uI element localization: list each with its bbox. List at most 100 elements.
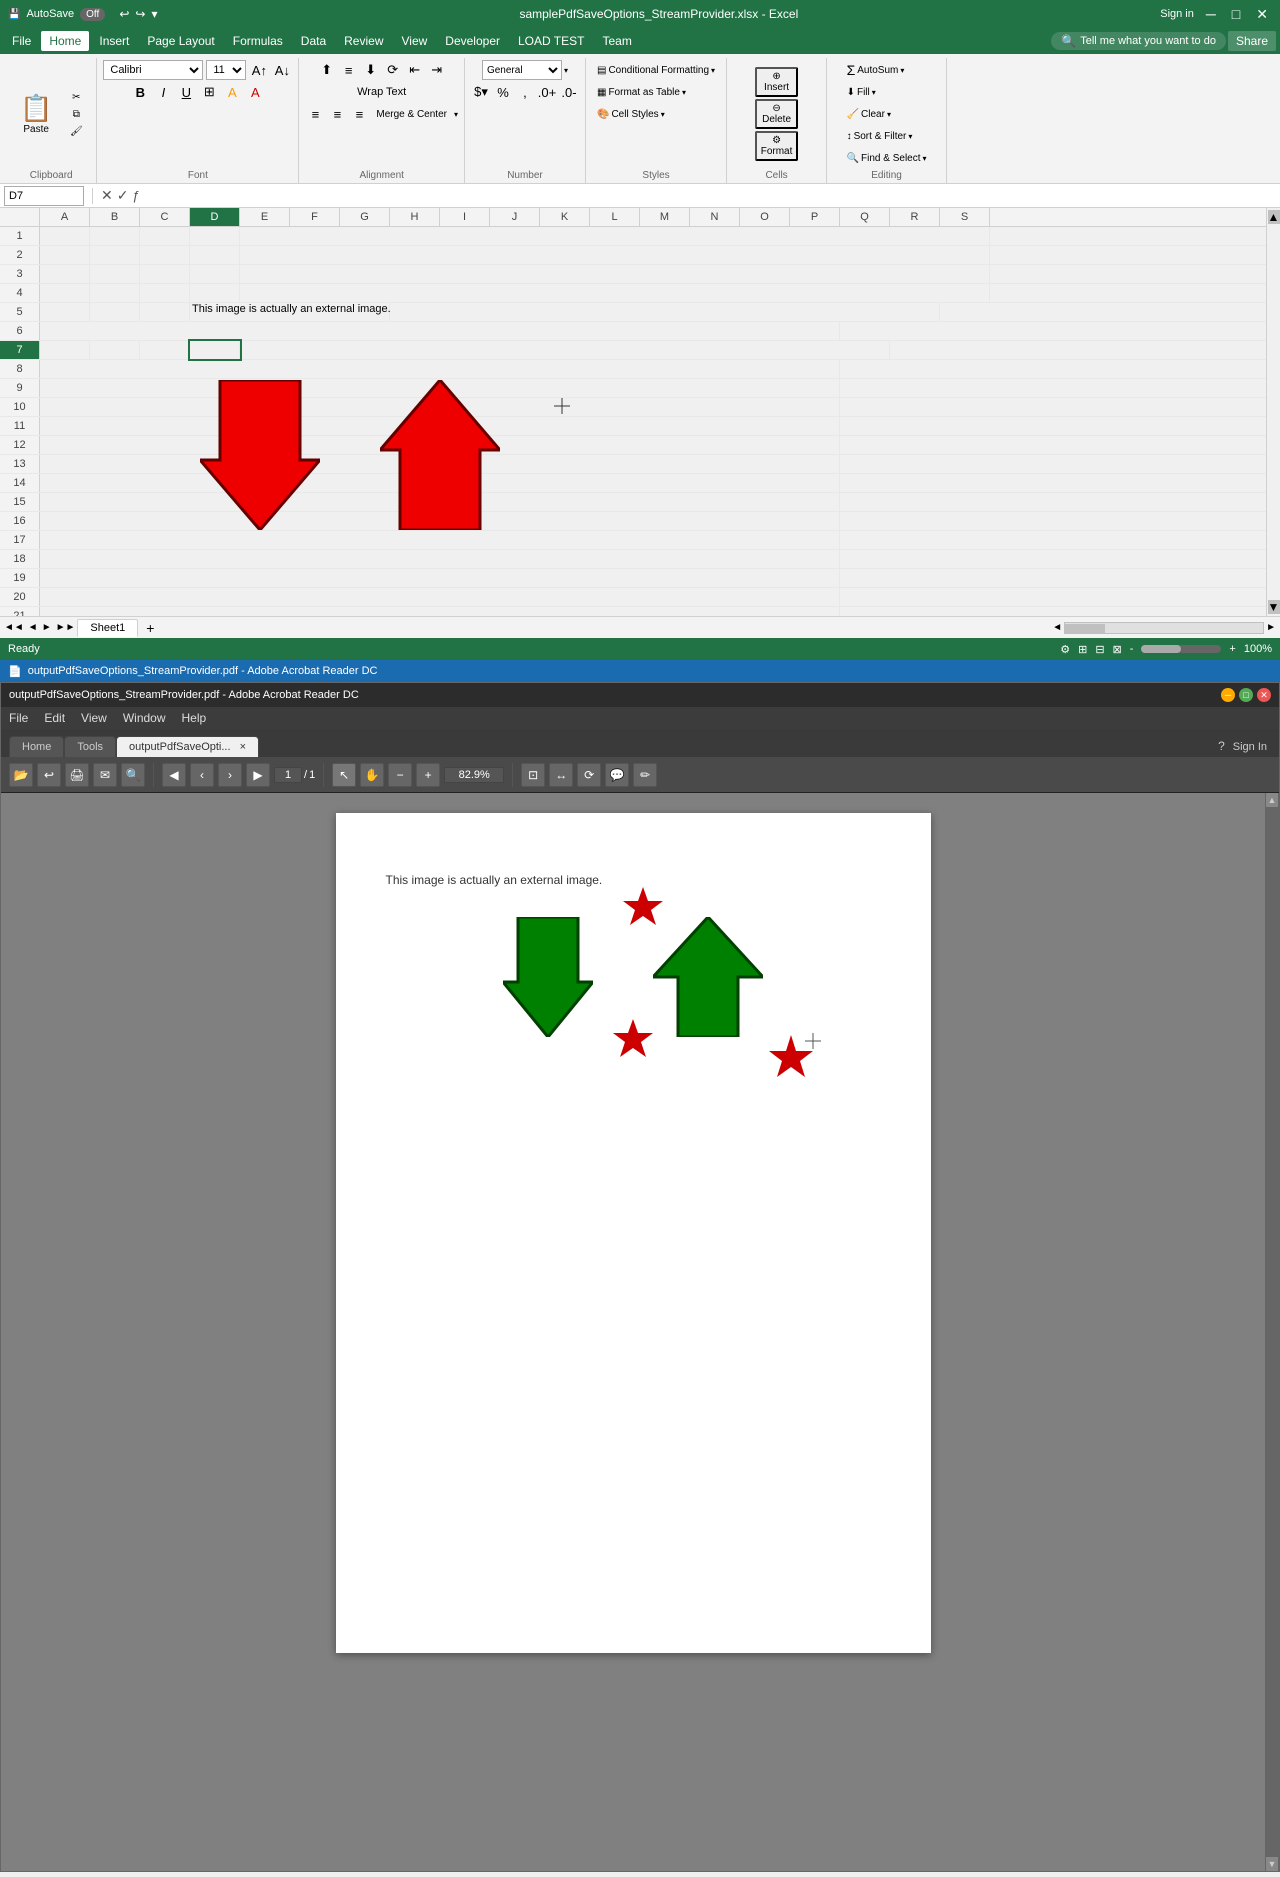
redo-icon[interactable]: ↪ bbox=[135, 7, 145, 21]
undo-icon[interactable]: ↩ bbox=[119, 7, 129, 21]
wrap-text-button[interactable]: Wrap Text bbox=[352, 82, 411, 102]
col-J[interactable]: J bbox=[490, 208, 540, 226]
acrobat-prev-view-button[interactable]: ‹ bbox=[190, 763, 214, 787]
cell-row19[interactable] bbox=[40, 569, 840, 587]
format-as-table-button[interactable]: ▦ Format as Table ▾ bbox=[592, 82, 691, 102]
cell-A1[interactable] bbox=[40, 227, 90, 245]
cell-E3-rest[interactable] bbox=[240, 265, 990, 283]
cell-B5[interactable] bbox=[90, 303, 140, 321]
row-12-header[interactable]: 12 bbox=[0, 436, 40, 454]
minimize-icon[interactable]: ─ bbox=[1202, 6, 1220, 22]
bold-button[interactable]: B bbox=[130, 82, 150, 102]
col-B[interactable]: B bbox=[90, 208, 140, 226]
insert-button[interactable]: ⊕ Insert bbox=[755, 67, 799, 97]
cell-B3[interactable] bbox=[90, 265, 140, 283]
tell-me-input[interactable]: 🔍 Tell me what you want to do bbox=[1051, 32, 1226, 50]
text-direction-button[interactable]: ⟳ bbox=[383, 60, 403, 80]
font-size-select[interactable]: 11 bbox=[206, 60, 246, 80]
row-13-header[interactable]: 13 bbox=[0, 455, 40, 473]
paste-button[interactable]: 📋 Paste bbox=[12, 91, 60, 137]
cell-row18[interactable] bbox=[40, 550, 840, 568]
sheet-last-button[interactable]: ►► bbox=[56, 622, 76, 633]
acrobat-minimize-button[interactable]: ─ bbox=[1221, 688, 1235, 702]
acrobat-tab-close-button[interactable]: × bbox=[240, 741, 246, 753]
cell-C2[interactable] bbox=[140, 246, 190, 264]
acrobat-search-button[interactable]: 🔍 bbox=[121, 763, 145, 787]
close-icon[interactable]: ✕ bbox=[1252, 6, 1272, 23]
cell-row6[interactable] bbox=[40, 322, 840, 340]
zoom-out-button[interactable]: - bbox=[1130, 643, 1134, 655]
current-page-input[interactable] bbox=[274, 767, 302, 783]
row-6-header[interactable]: 6 bbox=[0, 322, 40, 340]
italic-button[interactable]: I bbox=[153, 82, 173, 102]
menu-formulas[interactable]: Formulas bbox=[225, 31, 291, 51]
row-7-header[interactable]: 7 bbox=[0, 341, 40, 359]
acrobat-menu-file[interactable]: File bbox=[9, 711, 28, 725]
acrobat-zoom-in-button[interactable]: + bbox=[416, 763, 440, 787]
align-middle-button[interactable]: ≡ bbox=[339, 60, 359, 80]
underline-button[interactable]: U bbox=[176, 82, 196, 102]
col-M[interactable]: M bbox=[640, 208, 690, 226]
row-20-header[interactable]: 20 bbox=[0, 588, 40, 606]
col-L[interactable]: L bbox=[590, 208, 640, 226]
cell-B1[interactable] bbox=[90, 227, 140, 245]
row-19-header[interactable]: 19 bbox=[0, 569, 40, 587]
cell-D1[interactable] bbox=[190, 227, 240, 245]
fill-color-button[interactable]: A bbox=[222, 82, 242, 102]
cell-row8[interactable] bbox=[40, 360, 840, 378]
acrobat-prev-page-button[interactable]: ◀ bbox=[162, 763, 186, 787]
acrobat-scrollbar[interactable]: ▲ ▼ bbox=[1265, 793, 1279, 1871]
autosum-button[interactable]: Σ AutoSum ▾ bbox=[842, 60, 910, 80]
h-scroll-track[interactable] bbox=[1064, 622, 1264, 634]
row-17-header[interactable]: 17 bbox=[0, 531, 40, 549]
col-A[interactable]: A bbox=[40, 208, 90, 226]
h-scroll-thumb[interactable] bbox=[1065, 624, 1105, 634]
cell-C3[interactable] bbox=[140, 265, 190, 283]
font-name-select[interactable]: Calibri bbox=[103, 60, 203, 80]
acrobat-fit-page-button[interactable]: ⊡ bbox=[521, 763, 545, 787]
cell-E7-rest[interactable] bbox=[240, 341, 890, 359]
row-5-header[interactable]: 5 bbox=[0, 303, 40, 321]
pdf-page-area[interactable]: This image is actually an external image… bbox=[1, 793, 1265, 1871]
acrobat-tab-home[interactable]: Home bbox=[9, 736, 64, 757]
acrobat-email-button[interactable]: ✉ bbox=[93, 763, 117, 787]
row-3-header[interactable]: 3 bbox=[0, 265, 40, 283]
col-O[interactable]: O bbox=[740, 208, 790, 226]
conditional-formatting-button[interactable]: ▤ Conditional Formatting ▾ bbox=[592, 60, 720, 80]
cell-E2-rest[interactable] bbox=[240, 246, 990, 264]
cell-row20[interactable] bbox=[40, 588, 840, 606]
acrobat-scroll-up-button[interactable]: ▲ bbox=[1266, 793, 1278, 807]
fill-button[interactable]: ⬇ Fill ▾ bbox=[842, 82, 881, 102]
align-center-button[interactable]: ≡ bbox=[327, 104, 347, 124]
menu-file[interactable]: File bbox=[4, 31, 39, 51]
align-left-button[interactable]: ≡ bbox=[305, 104, 325, 124]
acrobat-hand-tool-button[interactable]: ✋ bbox=[360, 763, 384, 787]
acrobat-menu-window[interactable]: Window bbox=[123, 711, 166, 725]
percent-button[interactable]: % bbox=[493, 82, 513, 102]
clear-dropdown[interactable]: ▾ bbox=[887, 110, 891, 119]
acrobat-open-button[interactable]: 📂 bbox=[9, 763, 33, 787]
zoom-input[interactable] bbox=[444, 767, 504, 783]
increase-font-button[interactable]: A↑ bbox=[249, 60, 269, 80]
cell-C4[interactable] bbox=[140, 284, 190, 302]
col-K[interactable]: K bbox=[540, 208, 590, 226]
cell-B2[interactable] bbox=[90, 246, 140, 264]
share-button[interactable]: Share bbox=[1228, 31, 1276, 51]
row-14-header[interactable]: 14 bbox=[0, 474, 40, 492]
cell-C1[interactable] bbox=[140, 227, 190, 245]
scroll-left-button[interactable]: ◄ bbox=[1052, 622, 1062, 633]
indent-increase-button[interactable]: ⇥ bbox=[427, 60, 447, 80]
merge-dropdown[interactable]: ▾ bbox=[454, 110, 458, 119]
row-4-header[interactable]: 4 bbox=[0, 284, 40, 302]
row-9-header[interactable]: 9 bbox=[0, 379, 40, 397]
zoom-in-button[interactable]: + bbox=[1229, 643, 1235, 655]
find-select-button[interactable]: 🔍 Find & Select ▾ bbox=[842, 148, 932, 168]
acrobat-help-icon[interactable]: ? bbox=[1214, 735, 1229, 757]
row-21-header[interactable]: 21 bbox=[0, 607, 40, 616]
col-R[interactable]: R bbox=[890, 208, 940, 226]
cell-styles-dropdown[interactable]: ▾ bbox=[661, 110, 665, 119]
zoom-slider[interactable] bbox=[1141, 645, 1221, 653]
cell-B4[interactable] bbox=[90, 284, 140, 302]
currency-button[interactable]: $▾ bbox=[471, 82, 491, 102]
cell-A3[interactable] bbox=[40, 265, 90, 283]
